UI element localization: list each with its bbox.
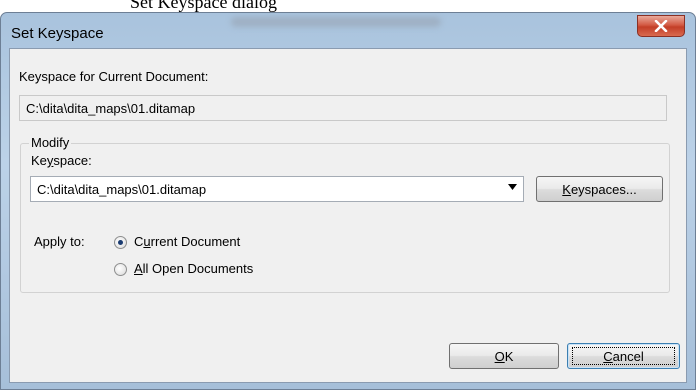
dialog-body: Keyspace for Current Document: C:\dita\d… [9, 48, 687, 383]
close-button[interactable] [637, 15, 685, 37]
focus-rectangle [572, 347, 675, 365]
keyspace-combobox-value: C:\dita\dita_maps\01.ditamap [37, 182, 207, 197]
apply-to-label: Apply to: [34, 234, 85, 249]
modify-group-title: Modify [29, 135, 72, 150]
keyspace-label: Keyspace: [31, 153, 92, 168]
dialog-title: Set Keyspace [11, 25, 104, 42]
current-keyspace-label: Keyspace for Current Document: [19, 69, 209, 84]
keyspaces-button[interactable]: Keyspaces... [536, 176, 663, 202]
blurred-title-region [231, 17, 441, 27]
current-document-label[interactable]: Current Document [134, 234, 240, 249]
current-keyspace-value: C:\dita\dita_maps\01.ditamap [19, 95, 667, 121]
ok-button[interactable]: OK [449, 343, 559, 369]
current-document-radio[interactable] [114, 236, 127, 249]
all-open-documents-radio[interactable] [114, 263, 127, 276]
dialog-window: Set Keyspace Keyspace for Current Docume… [0, 12, 696, 390]
all-open-documents-label[interactable]: All Open Documents [134, 261, 253, 276]
cancel-button[interactable]: Cancel [567, 343, 680, 369]
chevron-down-icon [508, 184, 517, 190]
close-icon [654, 20, 668, 32]
keyspace-combobox[interactable]: C:\dita\dita_maps\01.ditamap [30, 176, 524, 202]
